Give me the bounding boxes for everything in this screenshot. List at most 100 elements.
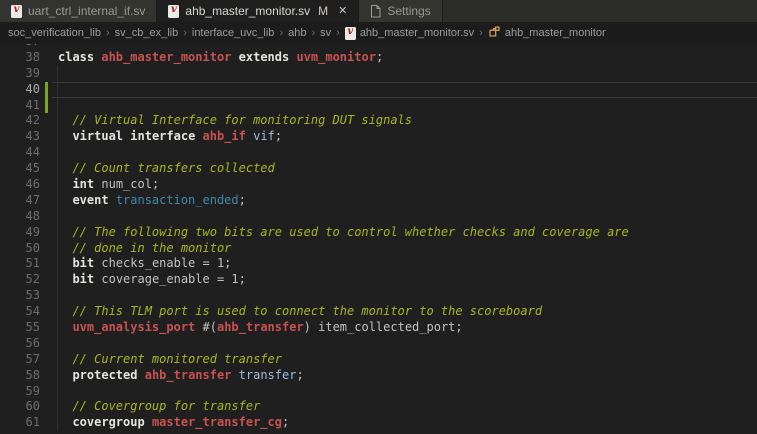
code-line-57[interactable]: 57 // Current monitored transfer (0, 352, 757, 368)
line-number: 56 (0, 336, 40, 352)
breadcrumb: soc_verification_lib › sv_cb_ex_lib › interf… (0, 22, 757, 44)
breadcrumb-separator: › (336, 27, 340, 39)
git-added-indicator (45, 98, 48, 114)
code-line-48[interactable]: 48 (0, 209, 757, 225)
indent-guide (57, 288, 58, 304)
breadcrumb-label: sv (320, 27, 331, 39)
code-line-53[interactable]: 53 (0, 288, 757, 304)
systemverilog-file-icon: v (345, 27, 356, 40)
code-text: virtual interface ahb_if vif; (58, 129, 282, 145)
code-text: // The following two bits are used to co… (58, 225, 629, 241)
breadcrumb-separator: › (279, 27, 283, 39)
breadcrumb-label: ahb (288, 27, 306, 39)
breadcrumb-label: soc_verification_lib (8, 27, 101, 39)
line-number: 58 (0, 368, 40, 384)
code-line-50[interactable]: 50 // done in the monitor (0, 241, 757, 257)
code-line-52[interactable]: 52 bit coverage_enable = 1; (0, 272, 757, 288)
line-number: 54 (0, 304, 40, 320)
code-text: event transaction_ended; (58, 193, 246, 209)
breadcrumb-item-ahb[interactable]: ahb (288, 27, 306, 39)
breadcrumb-label: ahb_master_monitor (505, 27, 606, 39)
code-line-42[interactable]: 42 // Virtual Interface for monitoring D… (0, 113, 757, 129)
code-text: // Count transfers collected (58, 161, 275, 177)
code-line-45[interactable]: 45 // Count transfers collected (0, 161, 757, 177)
code-line-60[interactable]: 60 // Covergroup for transfer (0, 399, 757, 415)
code-line-58[interactable]: 58 protected ahb_transfer transfer; (0, 368, 757, 384)
line-number: 44 (0, 145, 40, 161)
code-line-47[interactable]: 47 event transaction_ended; (0, 193, 757, 209)
code-line-61[interactable]: 61 covergroup master_transfer_cg; (0, 415, 757, 431)
code-line-59[interactable]: 59 (0, 384, 757, 400)
line-number: 61 (0, 415, 40, 431)
code-text: bit checks_enable = 1; (58, 256, 231, 272)
code-line-54[interactable]: 54 // This TLM port is used to connect t… (0, 304, 757, 320)
breadcrumb-item-interface_uvc_lib[interactable]: interface_uvc_lib (192, 27, 275, 39)
breadcrumb-item-ahb_master_monitor[interactable]: ahb_master_monitor (488, 25, 606, 41)
close-icon[interactable]: ✕ (338, 6, 347, 17)
code-line-41[interactable]: 41 (0, 98, 757, 114)
tab-settings[interactable]: Settings (359, 0, 442, 22)
line-number: 49 (0, 225, 40, 241)
tab-uart-ctrl-internal-if[interactable]: v uart_ctrl_internal_if.sv (0, 0, 157, 22)
code-text: // This TLM port is used to connect the … (58, 304, 542, 320)
code-text: // Covergroup for transfer (58, 399, 260, 415)
tab-ahb-master-monitor[interactable]: v ahb_master_monitor.sv M ✕ (157, 0, 359, 22)
line-number: 43 (0, 129, 40, 145)
code-line-40[interactable]: 40 (0, 82, 757, 98)
code-text: // done in the monitor (58, 241, 231, 257)
code-line-44[interactable]: 44 (0, 145, 757, 161)
indent-guide (57, 336, 58, 352)
breadcrumb-item-sv[interactable]: sv (320, 27, 331, 39)
line-number: 45 (0, 161, 40, 177)
line-number: 47 (0, 193, 40, 209)
code-line-46[interactable]: 46 int num_col; (0, 177, 757, 193)
breadcrumb-label: ahb_master_monitor.sv (360, 27, 474, 39)
indent-guide (57, 384, 58, 400)
line-number: 39 (0, 66, 40, 82)
line-number: 46 (0, 177, 40, 193)
line-number: 57 (0, 352, 40, 368)
code-text: covergroup master_transfer_cg; (58, 415, 289, 431)
code-line-38[interactable]: 38 class ahb_master_monitor extends uvm_m… (0, 50, 757, 66)
indent-guide (57, 82, 58, 98)
code-line-51[interactable]: 51 bit checks_enable = 1; (0, 256, 757, 272)
git-modified-badge: M (318, 4, 328, 18)
systemverilog-file-icon: v (168, 5, 179, 18)
code-line-55[interactable]: 55 uvm_analysis_port #(ahb_transfer) ite… (0, 320, 757, 336)
breadcrumb-item-soc_verification_lib[interactable]: soc_verification_lib (8, 27, 101, 39)
line-number: 50 (0, 241, 40, 257)
code-text: // Current monitored transfer (58, 352, 282, 368)
tab-label: Settings (387, 4, 430, 18)
class-symbol-icon (488, 25, 501, 41)
indent-guide (57, 145, 58, 161)
code-text: int num_col; (58, 177, 159, 193)
tab-label: uart_ctrl_internal_if.sv (28, 4, 145, 18)
code-line-39[interactable]: 39 (0, 66, 757, 82)
breadcrumb-label: interface_uvc_lib (192, 27, 275, 39)
breadcrumb-item-sv_cb_ex_lib[interactable]: sv_cb_ex_lib (115, 27, 179, 39)
editor-tab-bar: v uart_ctrl_internal_if.sv v ahb_master_… (0, 0, 757, 22)
code-text: // Virtual Interface for monitoring DUT … (58, 113, 412, 129)
line-number: 41 (0, 98, 40, 114)
line-number: 48 (0, 209, 40, 225)
breadcrumb-label: sv_cb_ex_lib (115, 27, 179, 39)
file-icon (370, 5, 381, 18)
code-line-43[interactable]: 43 virtual interface ahb_if vif; (0, 129, 757, 145)
indent-guide (57, 209, 58, 225)
line-number: 52 (0, 272, 40, 288)
code-editor[interactable]: 3738class ahb_master_monitor extends uvm… (0, 44, 757, 434)
code-text: class ahb_master_monitor extends uvm_mon… (58, 50, 383, 66)
indent-guide (57, 66, 58, 82)
breadcrumb-item-ahb_master_monitor.sv[interactable]: v ahb_master_monitor.sv (345, 27, 474, 40)
code-line-49[interactable]: 49 // The following two bits are used to… (0, 225, 757, 241)
breadcrumb-separator: › (311, 27, 315, 39)
line-number: 53 (0, 288, 40, 304)
code-text: bit coverage_enable = 1; (58, 272, 246, 288)
line-number: 51 (0, 256, 40, 272)
line-number: 59 (0, 384, 40, 400)
line-number: 38 (0, 50, 40, 66)
code-line-56[interactable]: 56 (0, 336, 757, 352)
line-number: 55 (0, 320, 40, 336)
git-added-indicator (45, 82, 48, 98)
tab-label: ahb_master_monitor.sv (185, 4, 310, 18)
